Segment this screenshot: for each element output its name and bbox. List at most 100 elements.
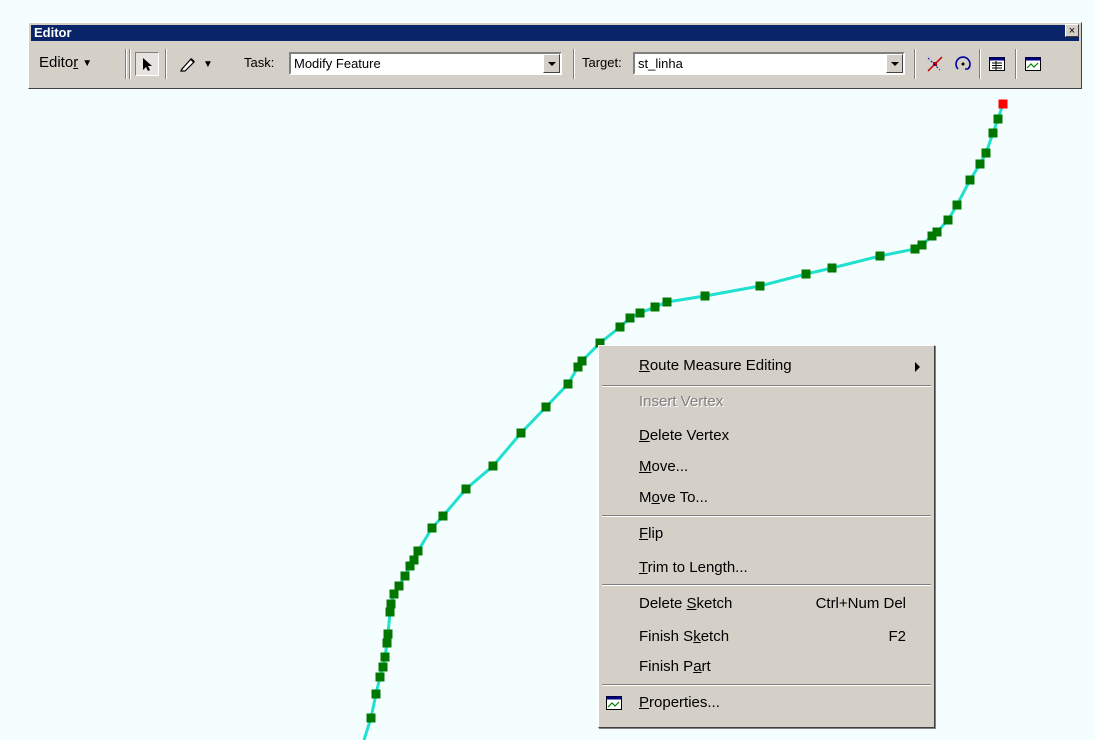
vertex[interactable]: [385, 607, 395, 617]
end-vertex[interactable]: [998, 99, 1008, 109]
vertex[interactable]: [394, 581, 404, 591]
context-menu: Route Measure Editing Insert Vertex Dele…: [598, 345, 935, 728]
menu-item-flip[interactable]: Flip: [599, 519, 934, 549]
menu-item-label: Properties...: [639, 694, 720, 711]
vertex[interactable]: [383, 629, 393, 639]
vertex[interactable]: [988, 128, 998, 138]
vertex[interactable]: [635, 308, 645, 318]
menu-separator: [602, 515, 931, 517]
toolbar-separator: [1015, 49, 1017, 79]
vertex[interactable]: [389, 589, 399, 599]
target-dropdown[interactable]: st_linha: [633, 52, 905, 75]
menu-item-label: Finish Part: [639, 658, 711, 675]
target-dropdown-button[interactable]: [886, 54, 903, 73]
vertex[interactable]: [461, 484, 471, 494]
vertex[interactable]: [943, 215, 953, 225]
vertex[interactable]: [516, 428, 526, 438]
vertex[interactable]: [650, 302, 660, 312]
menu-item-trim-to-length[interactable]: Trim to Length...: [599, 553, 934, 583]
sketch-tool-button[interactable]: ▼: [175, 52, 217, 76]
vertex[interactable]: [413, 546, 423, 556]
chevron-down-icon: [890, 61, 899, 66]
editor-menu-label: Edito: [39, 54, 74, 71]
vertex[interactable]: [371, 689, 381, 699]
toolbar-separator: [914, 49, 916, 79]
attributes-icon: [989, 57, 1005, 71]
vertex[interactable]: [488, 461, 498, 471]
vertex[interactable]: [981, 148, 991, 158]
toolbar-separator: [573, 49, 575, 79]
vertex[interactable]: [875, 251, 885, 261]
properties-icon: [606, 696, 622, 710]
vertex[interactable]: [380, 652, 390, 662]
menu-item-label: Finish Sketch: [639, 628, 730, 645]
menu-item-finish-part[interactable]: Finish Part: [599, 652, 934, 682]
pencil-icon: [180, 58, 195, 72]
menu-item-label: Move To...: [639, 489, 708, 506]
toolbar-separator: [165, 49, 167, 79]
menu-item-properties[interactable]: Properties...: [599, 688, 934, 718]
vertex[interactable]: [382, 638, 392, 648]
menu-item-delete-vertex[interactable]: Delete Vertex: [599, 421, 934, 451]
vertex[interactable]: [427, 523, 437, 533]
attributes-button[interactable]: [985, 52, 1009, 76]
menu-item-label: Insert Vertex: [639, 393, 724, 410]
toolbar-separator: [125, 49, 127, 79]
menu-separator: [602, 584, 931, 586]
vertex[interactable]: [993, 114, 1003, 124]
vertex[interactable]: [615, 322, 625, 332]
vertex[interactable]: [965, 175, 975, 185]
menu-item-delete-sketch[interactable]: Delete Sketch Ctrl+Num Del: [599, 589, 934, 619]
dropdown-arrow-icon: ▼: [82, 58, 93, 69]
target-value: st_linha: [638, 56, 683, 71]
menu-item-label: Delete Sketch: [639, 595, 733, 612]
menu-item-move-to[interactable]: Move To...: [599, 483, 934, 513]
rotate-icon: [955, 56, 971, 70]
task-dropdown-button[interactable]: [543, 54, 560, 73]
close-icon[interactable]: ×: [1065, 24, 1079, 37]
vertex[interactable]: [375, 672, 385, 682]
vertex[interactable]: [386, 599, 396, 609]
sketch-vertex-icon: [927, 56, 943, 72]
vertex[interactable]: [625, 313, 635, 323]
menu-item-finish-sketch[interactable]: Finish Sketch F2: [599, 622, 934, 652]
vertex[interactable]: [975, 159, 985, 169]
menu-item-route-measure-editing[interactable]: Route Measure Editing: [599, 351, 934, 381]
vertex[interactable]: [378, 662, 388, 672]
editor-menu-accesskey: r: [73, 54, 79, 71]
vertex[interactable]: [662, 297, 672, 307]
sketch-properties-button[interactable]: [923, 52, 947, 76]
vertex[interactable]: [573, 362, 583, 372]
vertex[interactable]: [910, 244, 920, 254]
target-label: Target:: [582, 55, 622, 70]
vertex[interactable]: [563, 379, 573, 389]
menu-item-label: Move...: [639, 458, 689, 475]
submenu-arrow-icon: [915, 362, 920, 372]
menu-item-move[interactable]: Move...: [599, 452, 934, 482]
vertex[interactable]: [438, 511, 448, 521]
toolbar-separator: [129, 49, 131, 79]
menu-item-label: Flip: [639, 525, 664, 542]
task-value: Modify Feature: [294, 56, 381, 71]
chevron-down-icon: [547, 61, 556, 66]
vertex[interactable]: [366, 713, 376, 723]
vertex[interactable]: [755, 281, 765, 291]
chevron-down-icon: ▼: [203, 58, 213, 70]
vertex[interactable]: [801, 269, 811, 279]
vertex[interactable]: [405, 561, 415, 571]
rotate-tool-button[interactable]: [951, 52, 975, 76]
editor-menu-button[interactable]: Editor ▼: [39, 51, 92, 76]
vertex[interactable]: [400, 571, 410, 581]
task-dropdown[interactable]: Modify Feature: [289, 52, 562, 75]
vertex[interactable]: [827, 263, 837, 273]
vertex[interactable]: [952, 200, 962, 210]
vertex[interactable]: [700, 291, 710, 301]
editor-toolbar: Editor × Editor▼ ▼ Task: Modify Feature: [28, 22, 1082, 89]
vertex[interactable]: [927, 231, 937, 241]
edit-tool-button[interactable]: [135, 52, 159, 76]
menu-item-label: Trim to Length...: [639, 559, 748, 576]
menu-item-label: Route Measure Editing: [639, 357, 792, 374]
properties-button[interactable]: [1021, 52, 1045, 76]
task-label: Task:: [244, 55, 275, 70]
vertex[interactable]: [541, 402, 551, 412]
